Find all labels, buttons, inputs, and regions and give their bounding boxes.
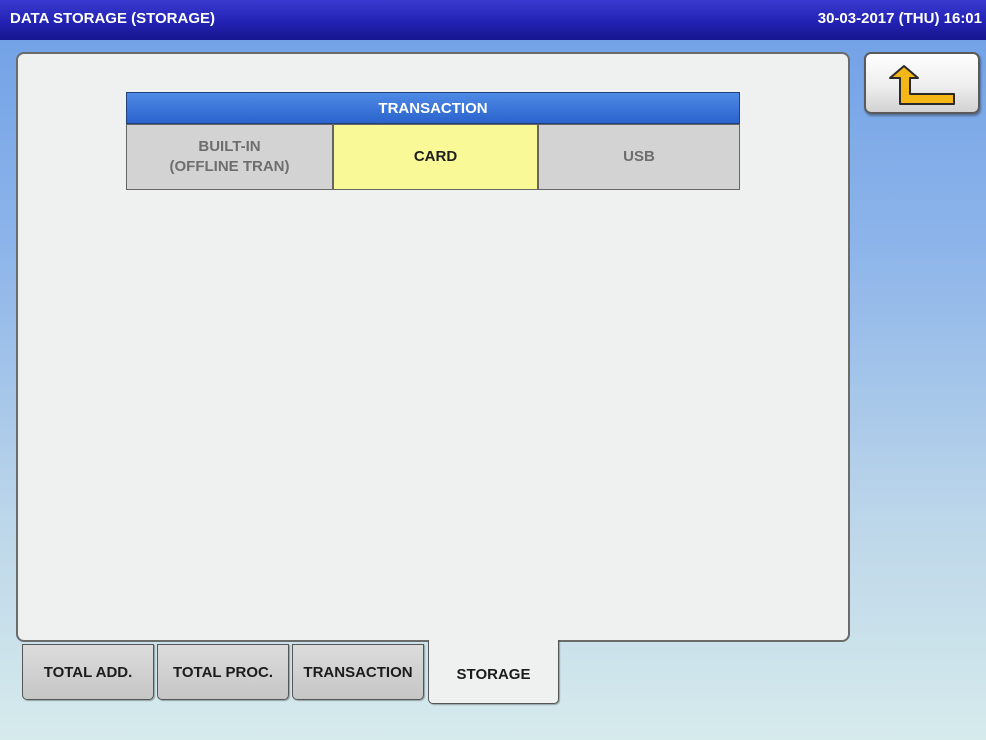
tab-total-add-label: TOTAL ADD. xyxy=(43,663,133,681)
tab-storage-label: STORAGE xyxy=(456,666,531,683)
transaction-group: TRANSACTION BUILT-IN (OFFLINE TRAN) CARD… xyxy=(126,92,740,190)
option-built-in[interactable]: BUILT-IN (OFFLINE TRAN) xyxy=(126,124,333,190)
tab-total-proc-label: TOTAL PROC. xyxy=(172,663,273,681)
tab-transaction-label: TRANSACTION xyxy=(303,663,413,681)
tab-transaction[interactable]: TRANSACTION xyxy=(292,644,424,700)
tab-total-add[interactable]: TOTAL ADD. xyxy=(22,644,154,700)
option-usb[interactable]: USB xyxy=(538,124,740,190)
date-time-display: 30-03-2017 (THU) 16:01 xyxy=(817,10,982,27)
option-card-label: CARD xyxy=(413,148,458,165)
back-button[interactable] xyxy=(864,52,980,114)
tab-storage[interactable]: STORAGE xyxy=(428,640,559,704)
option-card[interactable]: CARD xyxy=(333,124,538,190)
transaction-group-header: TRANSACTION xyxy=(126,92,740,124)
title-bar: DATA STORAGE (STORAGE) 30-03-2017 (THU) … xyxy=(0,0,986,40)
return-arrow-icon xyxy=(889,65,955,105)
option-built-in-label-line2: (OFFLINE TRAN) xyxy=(169,158,290,175)
option-usb-label: USB xyxy=(623,148,655,165)
tab-total-proc[interactable]: TOTAL PROC. xyxy=(157,644,289,700)
screen-title: DATA STORAGE (STORAGE) xyxy=(10,10,216,27)
option-built-in-label-line1: BUILT-IN xyxy=(198,138,261,155)
